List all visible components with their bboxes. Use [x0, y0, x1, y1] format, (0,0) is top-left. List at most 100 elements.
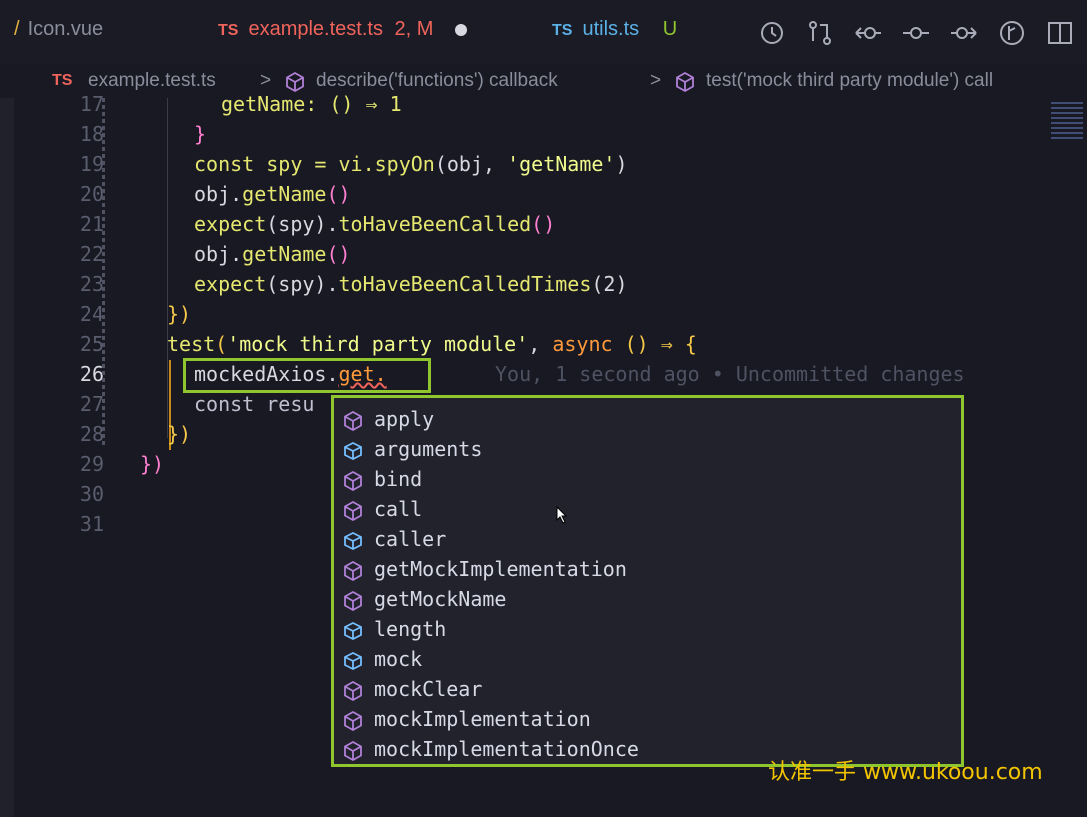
- line-number: 24: [79, 302, 104, 326]
- minimap[interactable]: [1047, 98, 1087, 158]
- history-icon[interactable]: [757, 18, 787, 48]
- symbol-method-icon: [676, 71, 694, 93]
- tab-example-test[interactable]: TS example.test.ts 2, M: [218, 18, 467, 41]
- method-icon: [344, 590, 362, 612]
- suggestion-label: mockImplementationOnce: [374, 737, 639, 761]
- commit-icon[interactable]: [901, 18, 931, 48]
- code-line-18: }: [194, 122, 207, 146]
- suggestion-item[interactable]: apply: [334, 405, 961, 435]
- line-number: 27: [79, 392, 104, 416]
- code-line-23: expect(spy).toHaveBeenCalledTimes(2): [194, 272, 628, 296]
- previous-change-icon[interactable]: [853, 18, 883, 48]
- unsaved-dot-icon[interactable]: [455, 23, 467, 36]
- suggestion-item[interactable]: getMockImplementation: [334, 555, 961, 585]
- line-number: 28: [79, 422, 104, 446]
- code-line-20: obj.getName(): [194, 182, 351, 206]
- suggestion-label: mockClear: [374, 677, 483, 701]
- autocomplete-list[interactable]: apply arguments bind call caller getMock…: [331, 395, 964, 767]
- suggestion-label: mock: [374, 647, 423, 671]
- symbol-method-icon: [286, 71, 304, 93]
- suggestion-item[interactable]: caller: [334, 525, 961, 555]
- code-line-28: }): [167, 422, 192, 446]
- breadcrumb-test[interactable]: test('mock third party module') call: [706, 70, 993, 92]
- line-number: 31: [79, 512, 104, 536]
- tab-label: example.test.ts: [248, 18, 383, 40]
- suggestion-label: getMockName: [374, 587, 507, 611]
- line-number: 23: [79, 272, 104, 296]
- method-icon: [344, 740, 362, 762]
- tab-bar: / Icon.vue TS example.test.ts 2, M TS utils…: [0, 0, 1087, 64]
- method-icon: [344, 710, 362, 732]
- line-number: 18: [79, 122, 104, 146]
- breadcrumb: TS example.test.ts > describe('functions…: [0, 64, 1087, 98]
- next-change-icon[interactable]: [949, 18, 979, 48]
- suggestion-item[interactable]: bind: [334, 465, 961, 495]
- code-line-25: test('mock third party module', async ()…: [167, 332, 697, 356]
- compare-changes-icon[interactable]: [805, 18, 835, 48]
- suggestion-label: length: [374, 617, 447, 641]
- code-line-21: expect(spy).toHaveBeenCalled(): [194, 212, 556, 236]
- code-line-27: const resu: [194, 392, 315, 416]
- line-number: 20: [79, 182, 104, 206]
- line-number: 25: [79, 332, 104, 356]
- highlight-box: [183, 358, 431, 393]
- code-line-29: }): [140, 452, 165, 476]
- code-line-22: obj.getName(): [194, 242, 351, 266]
- ts-file-icon: TS: [52, 72, 73, 89]
- git-change-gutter: [102, 98, 105, 448]
- method-icon: [344, 560, 362, 582]
- tab-label: Icon.vue: [27, 18, 104, 40]
- method-icon: [344, 680, 362, 702]
- git-blame-annotation: You, 1 second ago • Uncommitted changes: [495, 362, 965, 386]
- vue-file-icon: /: [14, 18, 20, 40]
- split-editor-icon[interactable]: [1045, 18, 1075, 48]
- tab-label: utils.ts: [582, 18, 640, 40]
- code-line-19: const spy = vi.spyOn(obj, 'getName'): [194, 152, 628, 176]
- suggestion-item[interactable]: length: [334, 615, 961, 645]
- line-number: 30: [79, 482, 104, 506]
- suggestion-label: mockImplementation: [374, 707, 591, 731]
- breadcrumb-file[interactable]: example.test.ts: [88, 70, 216, 92]
- method-icon: [344, 470, 362, 492]
- suggestion-item[interactable]: arguments: [334, 435, 961, 465]
- breadcrumb-separator: >: [260, 70, 272, 91]
- method-icon: [344, 500, 362, 522]
- breadcrumb-separator: >: [650, 70, 662, 91]
- tab-utils[interactable]: TS utils.ts U: [552, 18, 677, 41]
- suggestion-item[interactable]: getMockName: [334, 585, 961, 615]
- line-number: 26: [79, 362, 104, 386]
- ts-file-icon: TS: [218, 22, 239, 39]
- tab-badge: U: [662, 18, 678, 40]
- suggestion-item[interactable]: mockClear: [334, 675, 961, 705]
- watermark: 认准一手 www.ukoou.com: [768, 760, 1043, 785]
- tab-icon-vue[interactable]: / Icon.vue: [14, 18, 103, 41]
- indent-guide: [167, 98, 168, 438]
- field-icon: [344, 621, 362, 641]
- suggestion-label: getMockImplementation: [374, 557, 627, 581]
- line-number: 21: [79, 212, 104, 236]
- suggestion-label: caller: [374, 527, 447, 551]
- editor-actions: [757, 18, 1087, 48]
- line-number: 17: [79, 92, 104, 116]
- field-icon: [344, 651, 362, 671]
- breadcrumb-describe[interactable]: describe('functions') callback: [316, 70, 558, 92]
- field-icon: [344, 531, 362, 551]
- code-line-17: getName: () ⇒ 1: [221, 92, 402, 116]
- suggestion-label: bind: [374, 467, 423, 491]
- suggestion-item[interactable]: call: [334, 495, 961, 525]
- suggestion-label: call: [374, 497, 423, 521]
- git-graph-icon[interactable]: [997, 18, 1027, 48]
- suggestion-item[interactable]: mockImplementation: [334, 705, 961, 735]
- suggestion-label: arguments: [374, 437, 483, 461]
- mouse-pointer-icon: [556, 506, 568, 524]
- activity-strip: [0, 64, 14, 817]
- field-icon: [344, 441, 362, 461]
- line-number: 22: [79, 242, 104, 266]
- line-number: 19: [79, 152, 104, 176]
- line-number: 29: [79, 452, 104, 476]
- method-icon: [344, 410, 362, 432]
- suggestion-item[interactable]: mock: [334, 645, 961, 675]
- ts-file-icon: TS: [552, 22, 573, 39]
- code-line-24: }): [167, 302, 192, 326]
- suggestion-label: apply: [374, 407, 435, 431]
